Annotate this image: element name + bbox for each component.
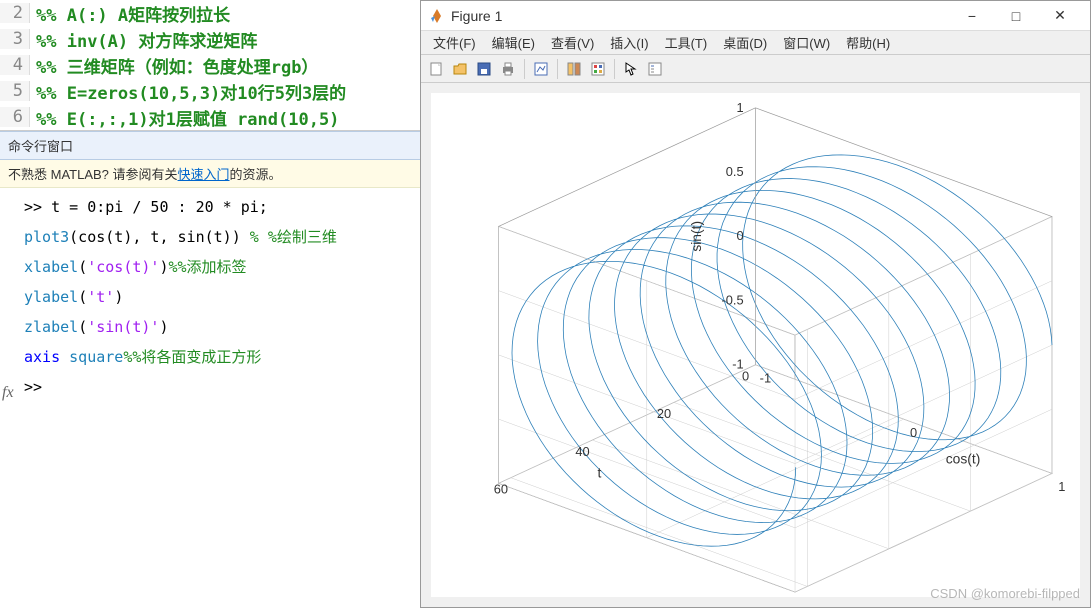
- watermark: CSDN @komorebi-filpped: [930, 586, 1080, 601]
- new-button[interactable]: [425, 58, 447, 80]
- menu-编辑[interactable]: 编辑(E): [484, 31, 543, 54]
- svg-text:cos(t): cos(t): [946, 451, 981, 467]
- svg-text:40: 40: [575, 444, 589, 459]
- minimize-button[interactable]: −: [950, 1, 994, 31]
- cmd-line[interactable]: axis square%%将各面变成正方形: [0, 342, 420, 372]
- svg-text:-1: -1: [760, 371, 771, 386]
- toolbar-separator: [614, 59, 615, 79]
- hint-text: 不熟悉 MATLAB? 请参阅有关: [8, 167, 178, 182]
- titlebar[interactable]: Figure 1 − □ ✕: [421, 1, 1090, 31]
- svg-text:t: t: [597, 464, 601, 480]
- editor-line[interactable]: 5 %% E=zeros(10,5,3)对10行5列3层的: [0, 78, 420, 104]
- line-number: 4: [0, 55, 30, 75]
- svg-text:1: 1: [737, 100, 744, 115]
- menubar: 文件(F)编辑(E)查看(V)插入(I)工具(T)桌面(D)窗口(W)帮助(H): [421, 31, 1090, 55]
- toolbar-separator: [524, 59, 525, 79]
- cmd-line[interactable]: >>: [0, 372, 420, 402]
- line-number: 5: [0, 81, 30, 101]
- fx-icon[interactable]: fx: [2, 384, 14, 402]
- quickstart-link[interactable]: 快速入门: [178, 167, 230, 182]
- matlab-left-pane: 2 %% A(:) A矩阵按列拉长3 %% inv(A) 对方阵求逆矩阵4 %%…: [0, 0, 420, 608]
- save-icon: [476, 61, 492, 77]
- arrow-button[interactable]: [620, 58, 642, 80]
- figure-window: Figure 1 − □ ✕ 文件(F)编辑(E)查看(V)插入(I)工具(T)…: [420, 0, 1091, 608]
- figure-body: -1-0.500.510204060-101sin(t)tcos(t) CSDN…: [421, 83, 1090, 607]
- rotate-button[interactable]: [563, 58, 585, 80]
- legend-icon: [647, 61, 663, 77]
- open-button[interactable]: [449, 58, 471, 80]
- svg-text:60: 60: [494, 482, 508, 497]
- cmd-line[interactable]: plot3(cos(t), t, sin(t)) % %绘制三维: [0, 222, 420, 252]
- save-button[interactable]: [473, 58, 495, 80]
- window-title: Figure 1: [451, 8, 950, 24]
- matlab-icon: [429, 8, 445, 24]
- new-icon: [428, 61, 444, 77]
- menu-窗口[interactable]: 窗口(W): [775, 31, 838, 54]
- line-number: 2: [0, 3, 30, 23]
- command-window-title: 命令行窗口: [0, 131, 420, 160]
- svg-text:1: 1: [1058, 479, 1065, 494]
- open-icon: [452, 61, 468, 77]
- svg-text:-0.5: -0.5: [722, 292, 744, 307]
- maximize-button[interactable]: □: [994, 1, 1038, 31]
- svg-text:0: 0: [737, 228, 744, 243]
- editor-line[interactable]: 2 %% A(:) A矩阵按列拉长: [0, 0, 420, 26]
- print-button[interactable]: [497, 58, 519, 80]
- hint-suffix: 的资源。: [230, 167, 282, 182]
- close-button[interactable]: ✕: [1038, 1, 1082, 31]
- axes-3d[interactable]: -1-0.500.510204060-101sin(t)tcos(t): [431, 93, 1080, 597]
- datacursor-button[interactable]: [587, 58, 609, 80]
- menu-工具[interactable]: 工具(T): [657, 31, 716, 54]
- editor[interactable]: 2 %% A(:) A矩阵按列拉长3 %% inv(A) 对方阵求逆矩阵4 %%…: [0, 0, 420, 131]
- svg-text:0: 0: [742, 369, 749, 384]
- toolbar-separator: [557, 59, 558, 79]
- cmd-line[interactable]: ylabel('t'): [0, 282, 420, 312]
- cmd-line[interactable]: zlabel('sin(t)'): [0, 312, 420, 342]
- plot-svg: -1-0.500.510204060-101sin(t)tcos(t): [431, 93, 1080, 597]
- cmd-line[interactable]: xlabel('cos(t)')%%添加标签: [0, 252, 420, 282]
- link-button[interactable]: [530, 58, 552, 80]
- rotate-icon: [566, 61, 582, 77]
- print-icon: [500, 61, 516, 77]
- svg-text:20: 20: [657, 406, 671, 421]
- svg-text:0: 0: [910, 425, 917, 440]
- svg-text:sin(t): sin(t): [688, 221, 704, 252]
- menu-桌面[interactable]: 桌面(D): [715, 31, 775, 54]
- cmd-line[interactable]: >> t = 0:pi / 50 : 20 * pi;: [0, 192, 420, 222]
- editor-line[interactable]: 4 %% 三维矩阵（例如：色度处理rgb）: [0, 52, 420, 78]
- command-window-body[interactable]: >> t = 0:pi / 50 : 20 * pi;plot3(cos(t),…: [0, 188, 420, 402]
- editor-line[interactable]: 3 %% inv(A) 对方阵求逆矩阵: [0, 26, 420, 52]
- line-number: 6: [0, 107, 30, 127]
- toolbar: [421, 55, 1090, 83]
- menu-插入[interactable]: 插入(I): [602, 31, 656, 54]
- menu-文件[interactable]: 文件(F): [425, 31, 484, 54]
- editor-line[interactable]: 6 %% E(:,:,1)对1层赋值 rand(10,5): [0, 104, 420, 130]
- menu-帮助[interactable]: 帮助(H): [838, 31, 898, 54]
- menu-查看[interactable]: 查看(V): [543, 31, 602, 54]
- datacursor-icon: [590, 61, 606, 77]
- command-window-hint: 不熟悉 MATLAB? 请参阅有关快速入门的资源。: [0, 160, 420, 188]
- arrow-icon: [623, 61, 639, 77]
- legend-button[interactable]: [644, 58, 666, 80]
- link-icon: [533, 61, 549, 77]
- svg-text:0.5: 0.5: [726, 164, 744, 179]
- line-number: 3: [0, 29, 30, 49]
